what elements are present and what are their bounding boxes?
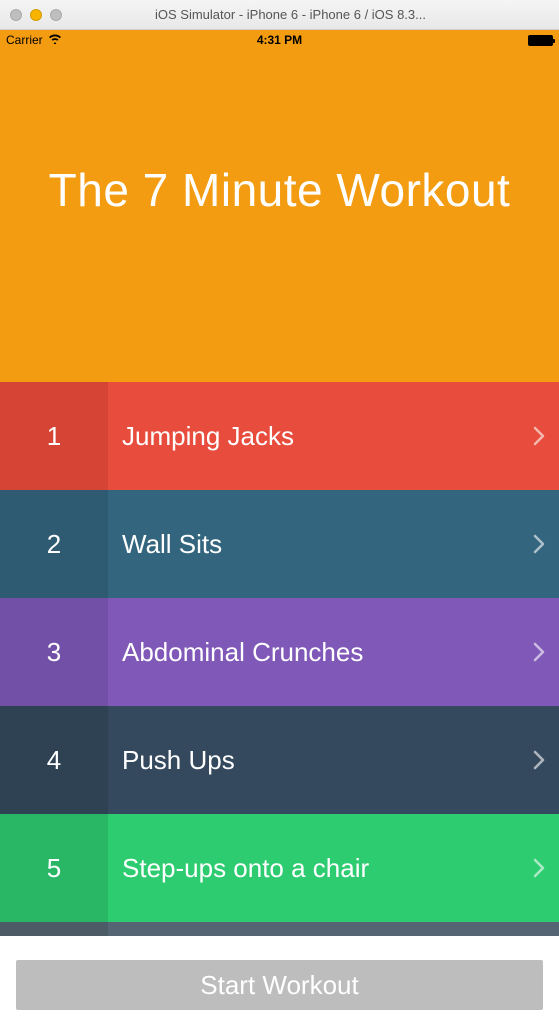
window-title: iOS Simulator - iPhone 6 - iPhone 6 / iO… xyxy=(72,7,509,22)
window-minimize-button[interactable] xyxy=(30,9,42,21)
exercise-row-4[interactable]: 4 Push Ups xyxy=(0,706,559,814)
exercise-number: 2 xyxy=(0,490,108,598)
exercise-label: Jumping Jacks xyxy=(108,421,519,452)
exercise-label: Step-ups onto a chair xyxy=(108,853,519,884)
chevron-right-icon xyxy=(519,642,559,662)
chevron-right-icon xyxy=(519,426,559,446)
exercise-number: 1 xyxy=(0,382,108,490)
window-close-button[interactable] xyxy=(10,9,22,21)
window-chrome: iOS Simulator - iPhone 6 - iPhone 6 / iO… xyxy=(0,0,559,30)
exercise-row-partial xyxy=(0,922,559,936)
wifi-icon xyxy=(48,33,62,47)
start-workout-button[interactable]: Start Workout xyxy=(16,960,543,1010)
status-left: Carrier xyxy=(6,33,62,47)
exercise-row-3[interactable]: 3 Abdominal Crunches xyxy=(0,598,559,706)
chevron-right-icon xyxy=(519,750,559,770)
title-area: The 7 Minute Workout xyxy=(0,50,559,382)
status-bar: Carrier 4:31 PM xyxy=(0,30,559,50)
exercise-label: Push Ups xyxy=(108,745,519,776)
window-maximize-button[interactable] xyxy=(50,9,62,21)
battery-icon xyxy=(528,35,553,46)
exercise-number: 5 xyxy=(0,814,108,922)
chevron-right-icon xyxy=(519,858,559,878)
header: Carrier 4:31 PM The 7 Minute Workout xyxy=(0,30,559,382)
status-time: 4:31 PM xyxy=(257,33,302,47)
bottom-bar: Start Workout xyxy=(0,950,559,1024)
carrier-label: Carrier xyxy=(6,33,43,47)
exercise-label: Abdominal Crunches xyxy=(108,637,519,668)
status-right xyxy=(528,35,553,46)
exercise-row-1[interactable]: 1 Jumping Jacks xyxy=(0,382,559,490)
app-title: The 7 Minute Workout xyxy=(49,163,511,218)
chevron-right-icon xyxy=(519,534,559,554)
exercise-label: Wall Sits xyxy=(108,529,519,560)
exercise-row-2[interactable]: 2 Wall Sits xyxy=(0,490,559,598)
exercise-number: 3 xyxy=(0,598,108,706)
exercise-list[interactable]: 1 Jumping Jacks 2 Wall Sits 3 Abdominal … xyxy=(0,382,559,1024)
exercise-row-5[interactable]: 5 Step-ups onto a chair xyxy=(0,814,559,922)
ios-screen: Carrier 4:31 PM The 7 Minute Workout 1 J… xyxy=(0,30,559,1024)
exercise-number: 4 xyxy=(0,706,108,814)
traffic-lights xyxy=(10,9,62,21)
